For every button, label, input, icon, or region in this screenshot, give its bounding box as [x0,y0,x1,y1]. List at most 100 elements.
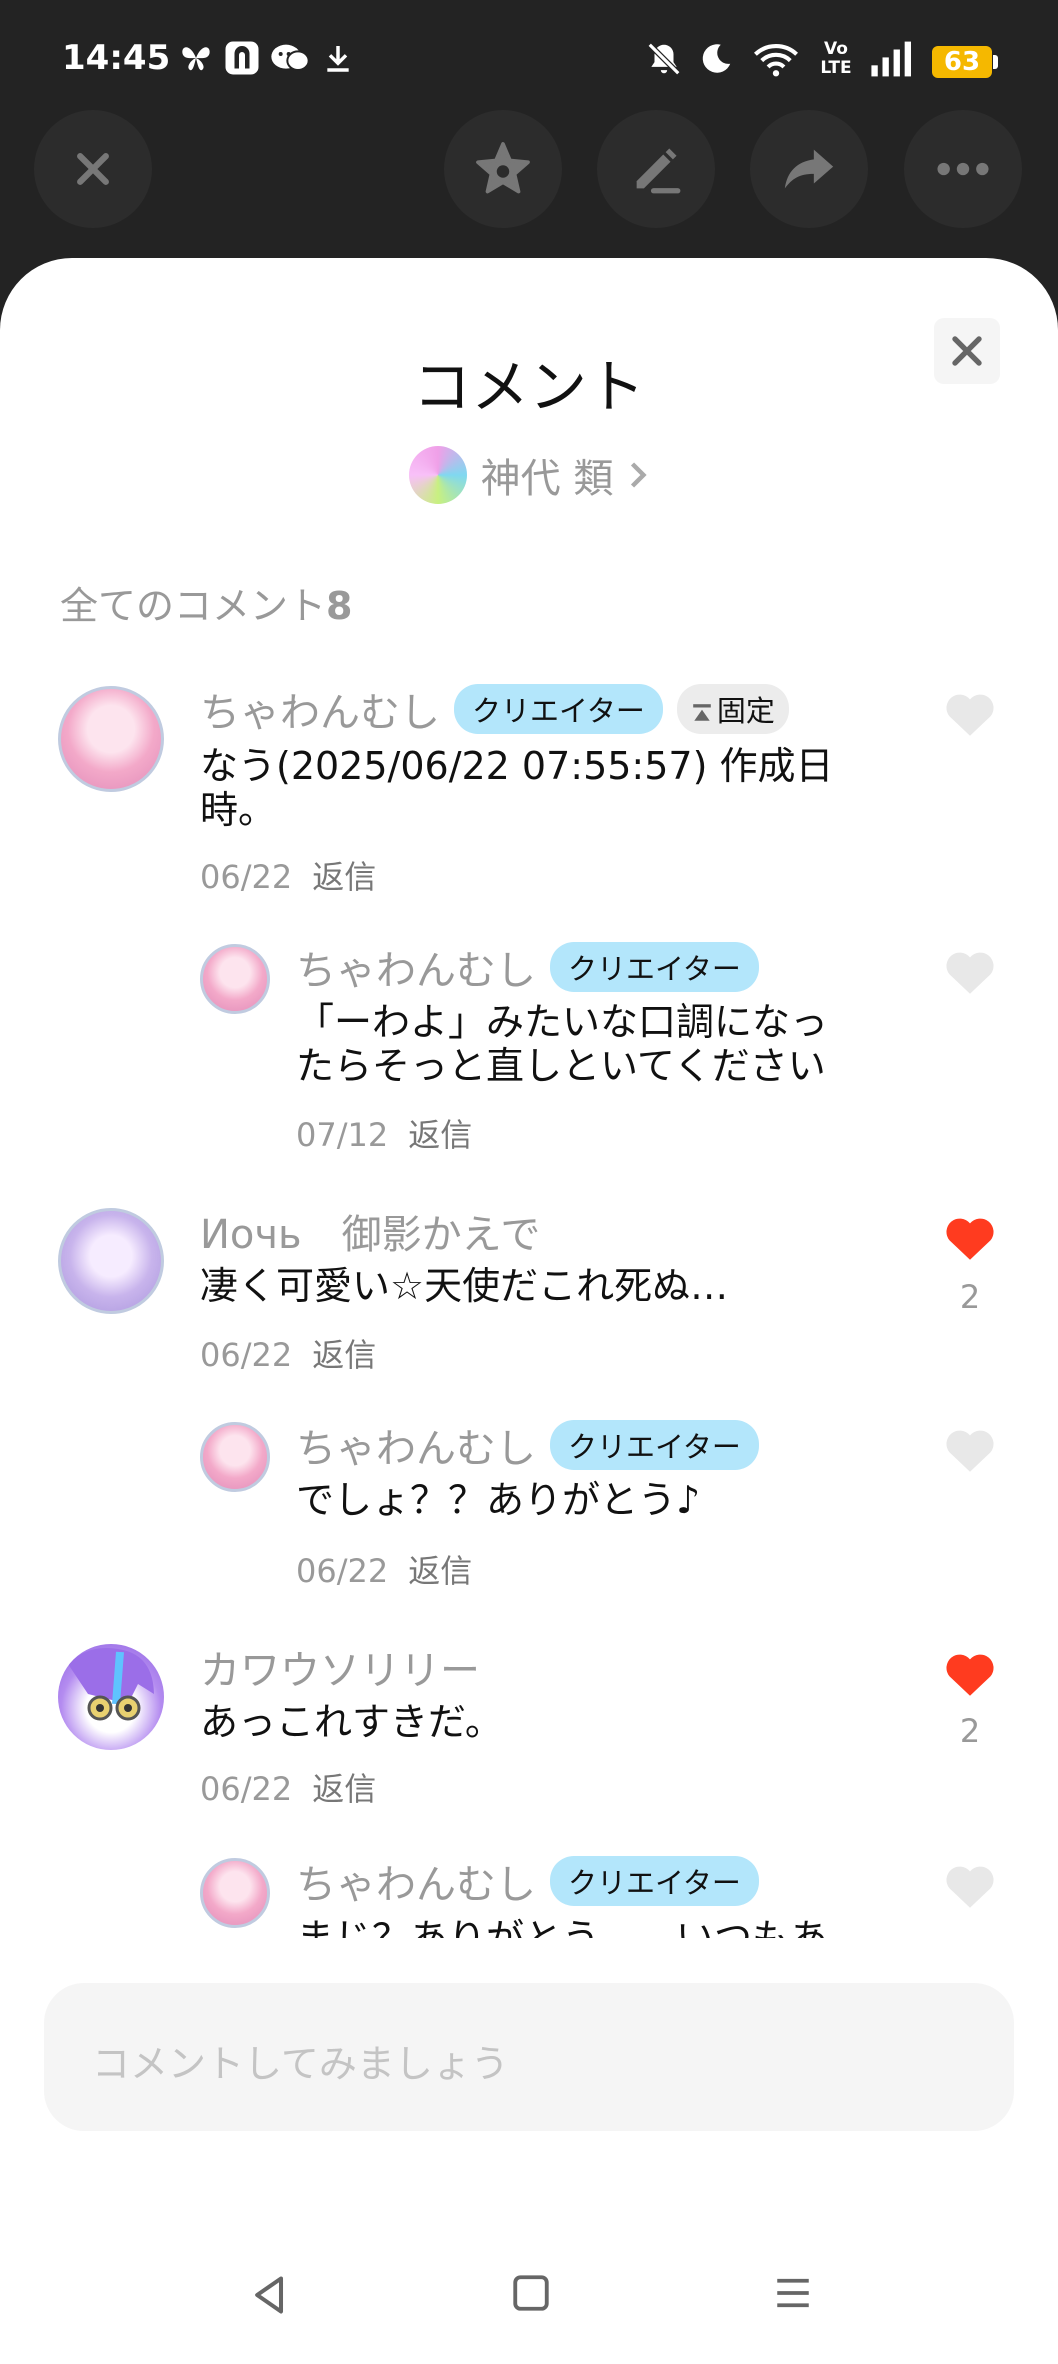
back-icon[interactable] [248,2272,292,2318]
comment-input-placeholder: コメントしてみましょう [92,2042,509,2086]
avatar[interactable] [58,1644,164,1750]
volte-label-top: Vo [824,39,848,59]
wifi-icon [754,44,798,77]
username[interactable]: カワウソリリー [200,1648,480,1694]
comment-header: Иочь 御影かえで [200,1202,540,1260]
count-label: 全てのコメント [60,584,327,628]
creator-badge: クリエイター [550,942,759,992]
more-button[interactable] [904,110,1022,228]
like-heart-icon[interactable] [942,688,998,738]
like-heart-icon[interactable] [942,1860,998,1910]
reply-button[interactable]: 返信 [408,1552,472,1590]
reply-button[interactable]: 返信 [312,1336,376,1374]
close-icon [77,153,109,185]
app-icon [225,41,259,75]
more-icon [937,162,989,176]
like-heart-icon[interactable] [942,1424,998,1474]
creator-badge: クリエイター [550,1420,759,1470]
comment-text: 「ーわよ」みたいな口調になっ たらそっと直しといてください [296,1000,916,1088]
author-name: 神代 類 [480,456,614,502]
comment-header: カワウソリリー [200,1638,480,1696]
comment-text-line: でしょ？？ありがとう♪ [296,1478,701,1522]
like-count: 2 [959,1278,981,1316]
author-link[interactable]: 神代 類 [0,446,1058,504]
comment-text: あっこれすきだ。 [200,1700,900,1744]
chat-icon [271,44,310,71]
comment-date: 06/22 [200,858,293,896]
author-avatar [408,446,467,504]
mute-icon [647,42,681,76]
volte-icon: Vo LTE [818,40,854,78]
username[interactable]: ちゃわんむし [296,938,536,996]
count-number: 8 [326,584,353,628]
comment-meta: 07/12 返信 [296,1110,472,1156]
comment-header: ちゃわんむし クリエイター [296,1416,759,1474]
comment-text-clip: まじ？ありがとう……いつもあ [296,1916,916,1938]
close-icon [952,336,982,366]
comment-text-line: 「ーわよ」みたいな口調になっ [296,1000,829,1044]
chevron-right-icon [631,462,647,488]
comment-text: なう(2025/06/22 07:55:57) 作成日 時。 [200,744,900,832]
close-sheet-button[interactable] [934,318,1000,384]
like-heart-icon[interactable] [942,946,998,996]
battery-cap [993,55,998,69]
comment-text: 凄く可愛い☆天使だこれ死ぬ… [200,1264,900,1308]
like-count: 2 [959,1712,981,1750]
comment-date: 06/22 [200,1336,293,1374]
avatar[interactable] [200,1422,270,1492]
comment-text-line: なう(2025/06/22 07:55:57) 作成日 [200,744,834,788]
comment-text-line: まじ？ありがとう……いつもあ [296,1916,829,1938]
comment-text-line: 時。 [200,788,277,832]
share-icon [784,149,834,189]
edit-button[interactable] [597,110,715,228]
pin-icon [693,704,711,721]
share-button[interactable] [750,110,868,228]
comment-date: 06/22 [296,1552,389,1590]
comment-header: ちゃわんむし クリエイター 固定 [200,680,789,738]
close-button[interactable] [34,110,152,228]
like-heart-icon[interactable] [942,1212,998,1262]
reply-button[interactable]: 返信 [408,1116,472,1154]
comment-count-label: 全てのコメント8 [60,575,352,630]
username[interactable]: ちゃわんむし [200,680,440,738]
status-time: 14:45 [62,38,171,78]
comment-meta: 06/22 返信 [200,1764,376,1810]
menu-icon[interactable] [772,2272,814,2314]
username[interactable]: ちゃわんむし [296,1416,536,1474]
comment-date: 07/12 [296,1116,389,1154]
reply-button[interactable]: 返信 [312,858,376,896]
comment-meta: 06/22 返信 [200,852,376,898]
comment-text: でしょ？？ありがとう♪ [296,1478,916,1522]
favorite-button[interactable] [444,110,562,228]
reply-button[interactable]: 返信 [312,1770,376,1808]
battery-indicator: 63 [932,46,992,78]
comment-text-line: あっこれすきだ。 [200,1700,503,1744]
comment-text-line: 凄く可愛い☆天使だこれ死ぬ… [200,1264,729,1308]
username[interactable]: Иочь 御影かえで [200,1212,540,1258]
comment-date: 06/22 [200,1770,293,1808]
creator-badge: クリエイター [454,684,663,734]
username[interactable]: ちゃわんむし [296,1852,536,1910]
comment-meta: 06/22 返信 [200,1330,376,1376]
butterfly-icon [182,47,210,71]
avatar[interactable] [58,1208,164,1314]
download-icon [327,46,349,72]
avatar[interactable] [200,944,270,1014]
sheet-title: コメント [412,353,645,421]
pinned-label: 固定 [716,694,775,728]
comment-text-line: たらそっと直しといてください [296,1044,826,1088]
creator-badge: クリエイター [550,1856,759,1906]
avatar[interactable] [200,1858,270,1928]
avatar[interactable] [58,686,164,792]
comment-meta: 06/22 返信 [296,1546,472,1592]
home-icon[interactable] [510,2272,552,2314]
moon-icon [702,44,731,73]
comment-header: ちゃわんむし クリエイター [296,1852,759,1910]
signal-icon [871,41,911,77]
volte-label-bottom: LTE [820,58,852,78]
like-heart-icon[interactable] [942,1648,998,1698]
pinned-badge: 固定 [676,684,789,734]
comment-header: ちゃわんむし クリエイター [296,938,759,996]
star-icon [476,142,530,194]
avatar-face [68,1648,154,1721]
